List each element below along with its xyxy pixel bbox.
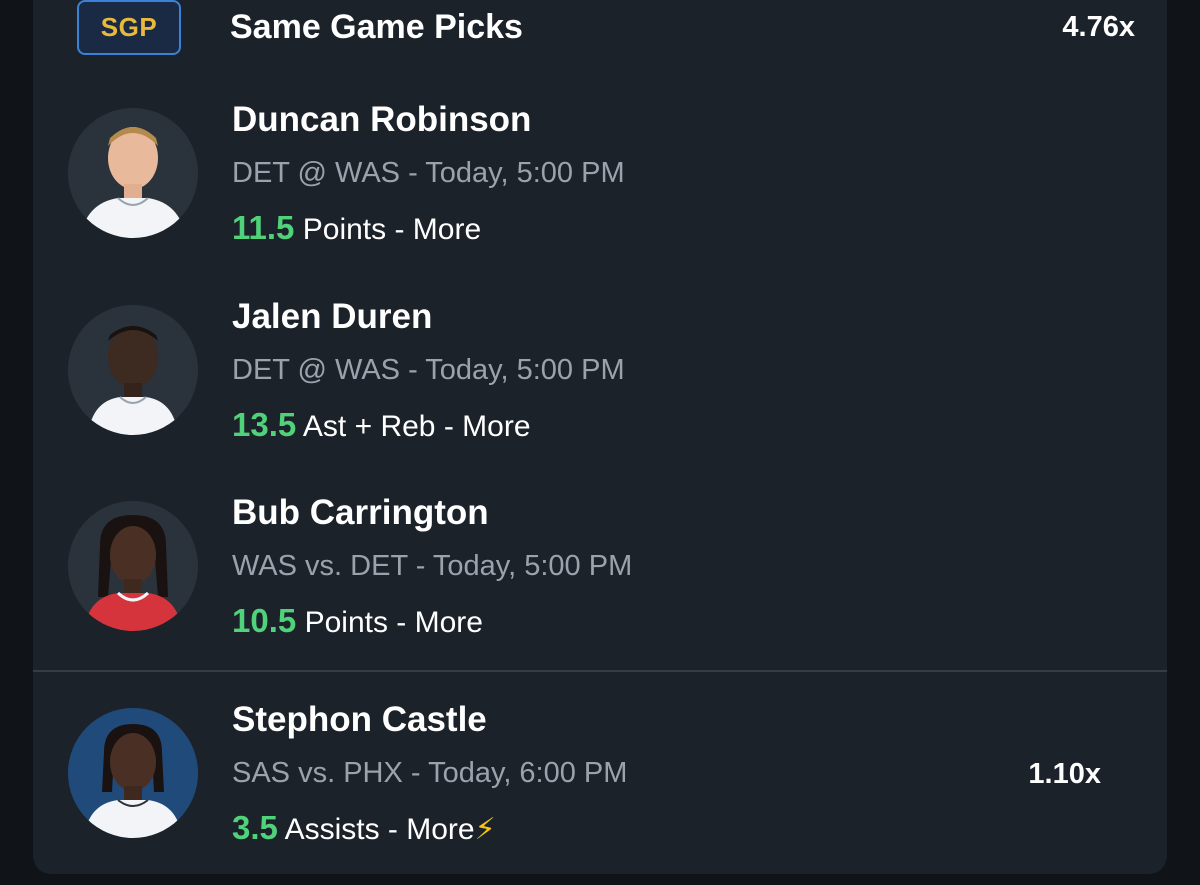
player-headshot-icon xyxy=(68,305,198,435)
pick-row[interactable]: Jalen Duren DET @ WAS - Today, 5:00 PM 1… xyxy=(33,297,1167,477)
line-value: 13.5 xyxy=(232,406,297,443)
line-text: Assists - More xyxy=(284,813,475,846)
player-name: Jalen Duren xyxy=(232,297,433,336)
player-avatar xyxy=(68,501,198,631)
matchup: WAS vs. DET xyxy=(232,550,408,582)
single-pick-multiplier: 1.10x xyxy=(1028,758,1101,790)
player-name: Stephon Castle xyxy=(232,700,487,739)
line-value: 11.5 xyxy=(232,209,295,246)
game-info: SAS vs. PHX - Today, 6:00 PM xyxy=(232,757,627,790)
player-avatar xyxy=(68,305,198,435)
player-headshot-icon xyxy=(68,708,198,838)
sgp-badge: SGP xyxy=(77,0,181,55)
player-headshot-icon xyxy=(68,108,198,238)
pick-line: 13.5 Ast + Reb - More xyxy=(232,406,531,444)
pick-line: 11.5 Points - More xyxy=(232,209,481,247)
line-text: Points - More xyxy=(304,606,483,639)
player-avatar xyxy=(68,108,198,238)
matchup: SAS vs. PHX xyxy=(232,757,403,789)
line-text: Points - More xyxy=(302,213,482,246)
line-value: 3.5 xyxy=(232,809,278,846)
player-avatar xyxy=(68,708,198,838)
sgp-card[interactable]: SGP Same Game Picks 4.76x Duncan Robinso… xyxy=(33,0,1167,874)
game-info: DET @ WAS - Today, 5:00 PM xyxy=(232,157,625,190)
single-pick-row[interactable]: Stephon Castle SAS vs. PHX - Today, 6:00… xyxy=(33,700,1167,874)
divider xyxy=(33,670,1167,672)
lightning-bolt-icon: ⚡ xyxy=(474,813,496,846)
pick-line: 3.5 Assists - More⚡ xyxy=(232,809,496,847)
pick-row[interactable]: Bub Carrington WAS vs. DET - Today, 5:00… xyxy=(33,493,1167,673)
sgp-title: Same Game Picks xyxy=(230,8,523,46)
matchup: DET @ WAS xyxy=(232,157,401,189)
player-headshot-icon xyxy=(68,501,198,631)
game-time: - Today, 5:00 PM xyxy=(415,550,633,582)
player-name: Bub Carrington xyxy=(232,493,489,532)
game-time: - Today, 5:00 PM xyxy=(408,354,625,386)
player-name: Duncan Robinson xyxy=(232,100,532,139)
game-time: - Today, 5:00 PM xyxy=(408,157,625,189)
sgp-multiplier: 4.76x xyxy=(1062,11,1135,43)
sgp-header: SGP Same Game Picks 4.76x xyxy=(33,0,1167,70)
line-text: Ast + Reb - More xyxy=(302,410,531,443)
pick-line: 10.5 Points - More xyxy=(232,602,483,640)
pick-row[interactable]: Duncan Robinson DET @ WAS - Today, 5:00 … xyxy=(33,100,1167,280)
matchup: DET @ WAS xyxy=(232,354,401,386)
line-value: 10.5 xyxy=(232,602,297,639)
game-time: - Today, 6:00 PM xyxy=(410,757,628,789)
game-info: WAS vs. DET - Today, 5:00 PM xyxy=(232,550,632,583)
game-info: DET @ WAS - Today, 5:00 PM xyxy=(232,354,625,387)
